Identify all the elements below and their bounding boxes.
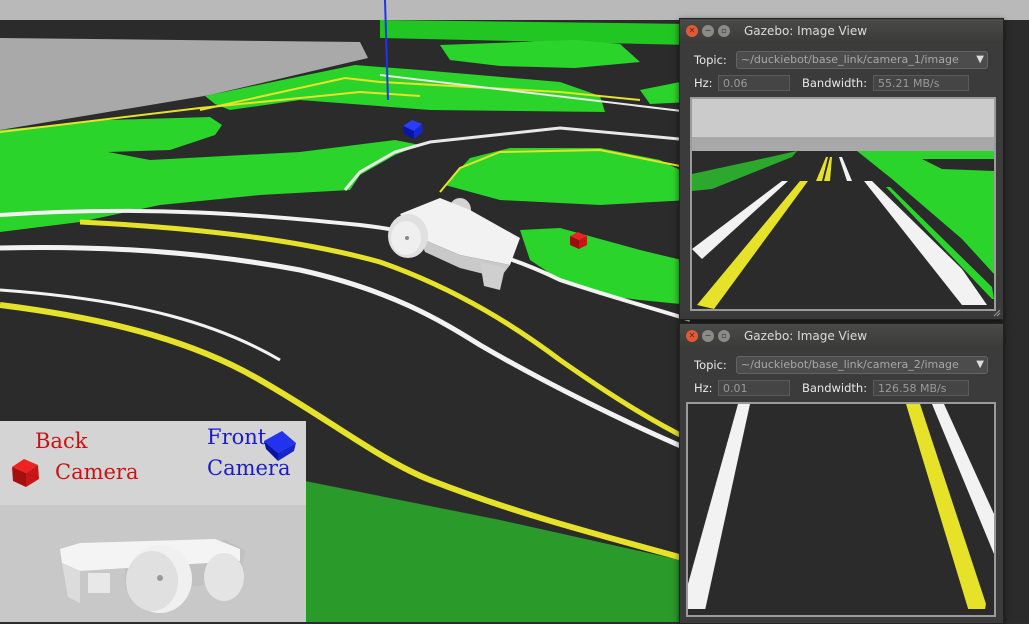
bandwidth-label: Bandwidth: xyxy=(802,76,868,90)
bandwidth-label: Bandwidth: xyxy=(802,381,868,395)
hz-label: Hz: xyxy=(694,76,713,90)
camera-1-image xyxy=(690,97,996,311)
window-title: Gazebo: Image View xyxy=(744,329,868,343)
bandwidth-field: 55.21 MB/s xyxy=(873,75,969,91)
topic-select[interactable]: ~/duckiebot/base_link/camera_2/image ▼ xyxy=(736,356,988,374)
hz-field: 0.06 xyxy=(718,75,790,91)
close-icon[interactable]: ✕ xyxy=(686,330,698,342)
camera-legend-inset: Back Camera Front Camera xyxy=(0,421,306,622)
camera-2-image xyxy=(686,402,996,617)
image-view-window-1[interactable]: ✕ − ▫ Gazebo: Image View Topic: ~/duckie… xyxy=(679,18,1004,320)
maximize-icon[interactable]: ▫ xyxy=(718,330,730,342)
topic-select[interactable]: ~/duckiebot/base_link/camera_1/image ▼ xyxy=(736,51,988,69)
topic-value: ~/duckiebot/base_link/camera_1/image xyxy=(741,53,959,66)
hz-label: Hz: xyxy=(694,381,713,395)
back-camera-cube-icon xyxy=(12,459,39,487)
chevron-down-icon: ▼ xyxy=(976,359,984,370)
maximize-icon[interactable]: ▫ xyxy=(718,25,730,37)
topic-label: Topic: xyxy=(694,53,727,67)
front-camera-cube-icon xyxy=(264,431,296,461)
window-titlebar[interactable]: ✕ − ▫ Gazebo: Image View xyxy=(680,19,1003,43)
image-view-window-2[interactable]: ✕ − ▫ Gazebo: Image View Topic: ~/duckie… xyxy=(679,323,1004,624)
chevron-down-icon: ▼ xyxy=(976,54,984,65)
window-titlebar[interactable]: ✕ − ▫ Gazebo: Image View xyxy=(680,324,1003,348)
bandwidth-field: 126.58 MB/s xyxy=(873,380,969,396)
minimize-icon[interactable]: − xyxy=(702,25,714,37)
topic-value: ~/duckiebot/base_link/camera_2/image xyxy=(741,358,959,371)
close-icon[interactable]: ✕ xyxy=(686,25,698,37)
topic-label: Topic: xyxy=(694,358,727,372)
resize-grip-icon[interactable] xyxy=(993,309,1001,317)
duckiebot-model-icon xyxy=(60,539,246,613)
window-title: Gazebo: Image View xyxy=(744,24,868,38)
hz-field: 0.01 xyxy=(718,380,790,396)
minimize-icon[interactable]: − xyxy=(702,330,714,342)
